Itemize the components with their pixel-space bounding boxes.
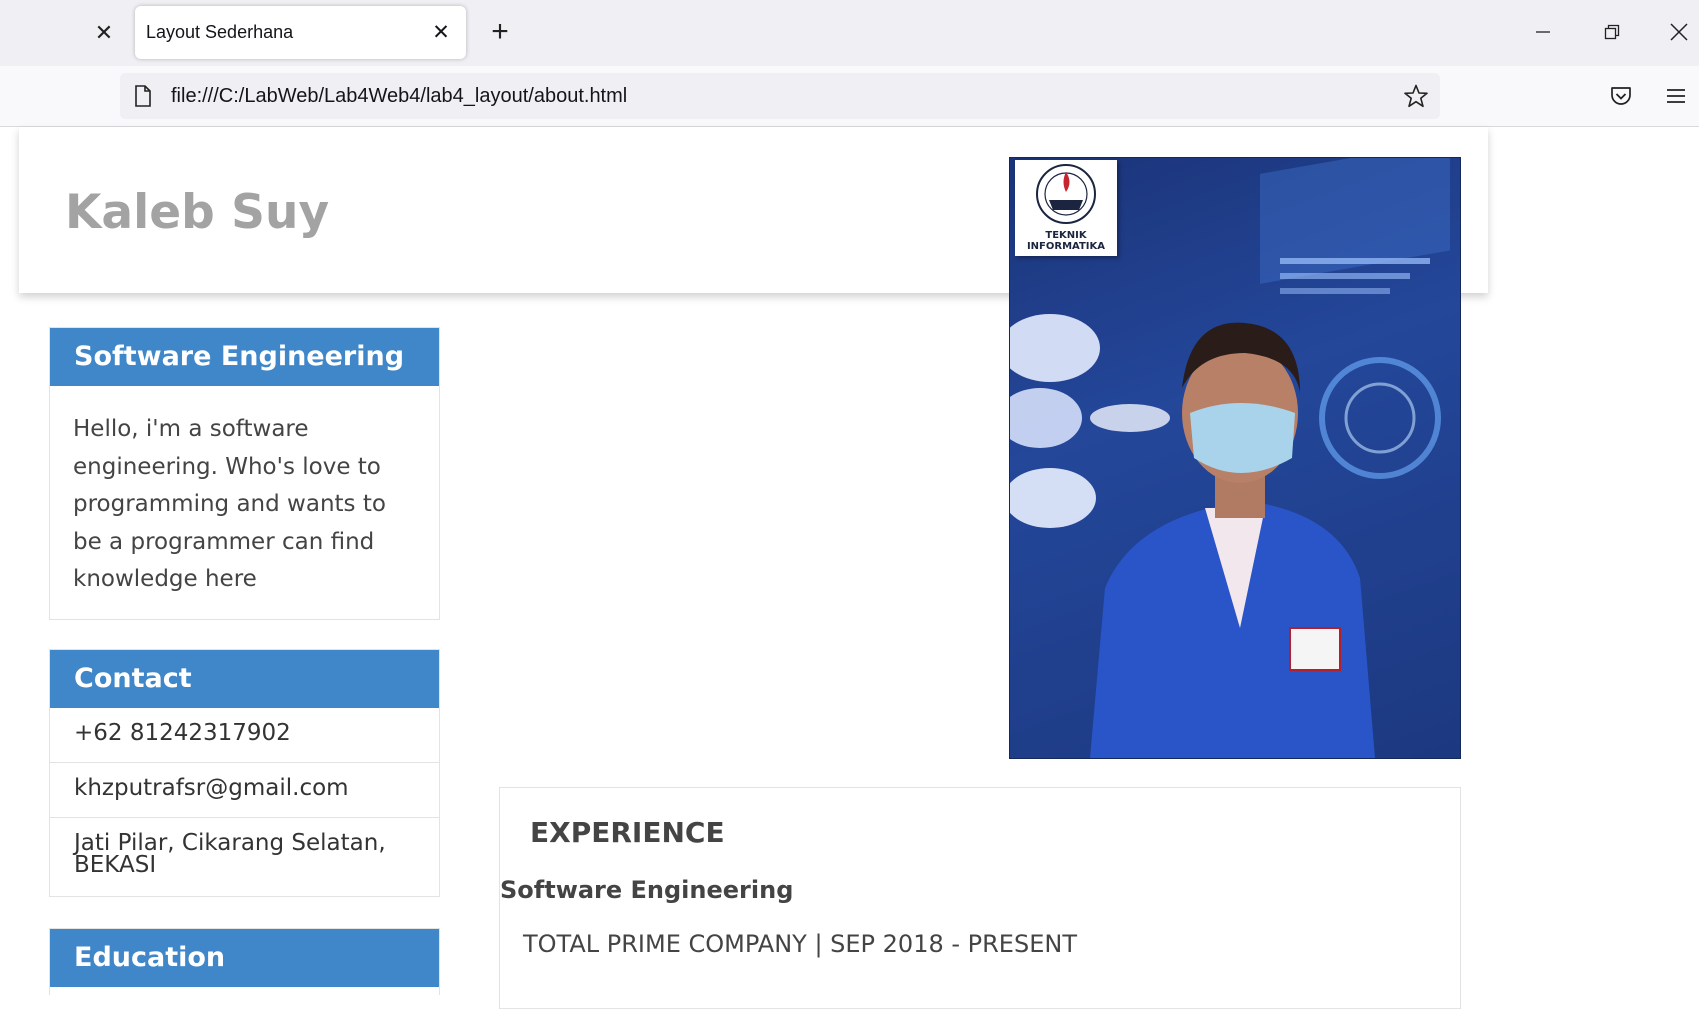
experience-title: EXPERIENCE bbox=[530, 816, 725, 849]
tab-strip: ✕ Layout Sederhana ✕ + bbox=[0, 0, 1699, 66]
contact-address: Jati Pilar, Cikarang Selatan, BEKASI bbox=[50, 817, 439, 896]
bookmark-star-icon[interactable] bbox=[1404, 84, 1428, 112]
site-title: Kaleb Suy bbox=[65, 185, 330, 240]
contact-box: Contact +62 81242317902 khzputrafsr@gmai… bbox=[49, 649, 440, 897]
tab-layout-sederhana[interactable]: Layout Sederhana ✕ bbox=[135, 6, 466, 59]
url-text[interactable]: file:///C:/LabWeb/Lab4Web4/lab4_layout/a… bbox=[171, 85, 627, 108]
restore-icon[interactable] bbox=[1592, 14, 1632, 50]
experience-card: EXPERIENCE Software Engineering TOTAL PR… bbox=[499, 787, 1461, 1009]
hamburger-menu-icon[interactable] bbox=[1666, 88, 1686, 108]
window-close-icon[interactable] bbox=[1659, 14, 1699, 50]
about-box: Software Engineering Hello, i'm a softwa… bbox=[49, 327, 440, 620]
tab-close-icon[interactable]: ✕ bbox=[428, 19, 454, 45]
address-bar[interactable]: file:///C:/LabWeb/Lab4Web4/lab4_layout/a… bbox=[120, 73, 1440, 119]
experience-role: Software Engineering bbox=[500, 876, 794, 904]
close-icon[interactable]: ✕ bbox=[91, 20, 117, 46]
new-tab-icon[interactable]: + bbox=[485, 15, 515, 48]
education-heading: Education bbox=[50, 929, 439, 987]
profile-photo: TEKNIK INFORMATIKA bbox=[1009, 157, 1461, 759]
university-logo: TEKNIK INFORMATIKA bbox=[1015, 160, 1117, 256]
pocket-icon[interactable] bbox=[1610, 86, 1632, 110]
about-heading: Software Engineering bbox=[50, 328, 439, 386]
tab-title: Layout Sederhana bbox=[146, 22, 294, 42]
about-text: Hello, i'm a software engineering. Who's… bbox=[73, 416, 386, 592]
experience-company-period: TOTAL PRIME COMPANY | SEP 2018 - PRESENT bbox=[523, 930, 1077, 958]
contact-heading: Contact bbox=[50, 650, 439, 708]
contact-email: khzputrafsr@gmail.com bbox=[50, 762, 439, 817]
logo-line-1: TEKNIK bbox=[1045, 230, 1087, 241]
minimize-icon[interactable] bbox=[1523, 14, 1563, 50]
contact-phone: +62 81242317902 bbox=[74, 720, 291, 746]
page-icon bbox=[134, 85, 152, 111]
logo-line-2: INFORMATIKA bbox=[1026, 241, 1106, 252]
education-box: Education bbox=[49, 928, 440, 995]
navigation-toolbar: file:///C:/LabWeb/Lab4Web4/lab4_layout/a… bbox=[0, 66, 1699, 127]
